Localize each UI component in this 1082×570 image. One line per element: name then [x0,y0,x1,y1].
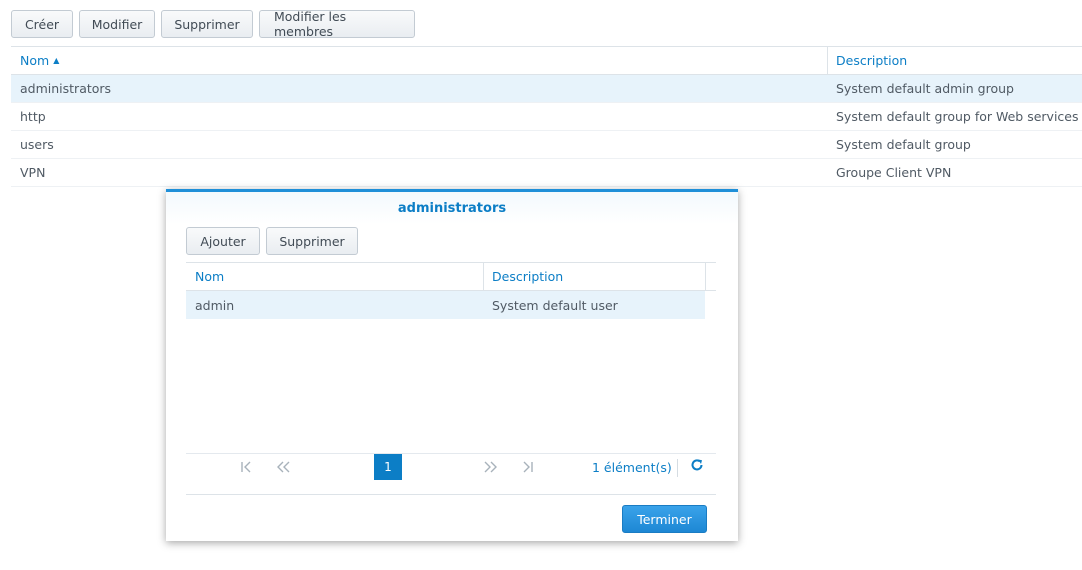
dialog-title: administrators [397,200,507,216]
main-toolbar: Créer Modifier Supprimer Modifier les me… [11,9,415,39]
sort-ascending-icon: ▲ [53,56,60,65]
members-column-header-name[interactable]: Nom [186,263,484,290]
create-button[interactable]: Créer [11,10,73,38]
add-member-button[interactable]: Ajouter [186,227,260,255]
item-count: 1 élément(s) [592,460,672,475]
current-page-indicator[interactable]: 1 [374,454,402,480]
table-row[interactable]: users System default group [11,131,1082,159]
column-header-description[interactable]: Description [828,47,1082,74]
table-row[interactable]: http System default group for Web servic… [11,103,1082,131]
table-row[interactable]: administrators System default admin grou… [11,75,1082,103]
next-page-icon[interactable] [483,460,499,478]
modify-button[interactable]: Modifier [79,10,155,38]
row-name: administrators [20,81,112,96]
members-dialog: administrators Ajouter Supprimer Nom Des… [166,189,738,541]
dialog-footer-divider [186,494,716,495]
members-grid: Nom Description admin System default use… [186,262,716,319]
row-description: Groupe Client VPN [836,165,952,180]
row-description: System default admin group [836,81,1014,96]
grid-header: Nom ▲ Description [11,46,1082,75]
first-page-icon[interactable] [239,460,253,478]
dialog-title-bar[interactable]: administrators [166,192,738,224]
pager-divider [677,459,678,477]
remove-member-button[interactable]: Supprimer [266,227,358,255]
row-description: System default group for Web services [836,109,1079,124]
edit-members-button[interactable]: Modifier les membres [259,9,415,39]
member-name: admin [195,297,235,313]
row-name: users [20,137,54,152]
groups-grid: Nom ▲ Description administrators System … [11,46,1082,187]
last-page-icon[interactable] [521,460,535,478]
row-name: VPN [20,165,46,180]
members-grid-header: Nom Description [186,262,716,291]
column-header-name-label: Nom [20,53,50,68]
column-header-name[interactable]: Nom ▲ [11,47,828,74]
members-column-header-description[interactable]: Description [484,263,706,290]
delete-button[interactable]: Supprimer [161,10,253,38]
member-description: System default user [492,297,618,313]
table-row[interactable]: VPN Groupe Client VPN [11,159,1082,187]
finish-button[interactable]: Terminer [622,505,707,533]
row-description: System default group [836,137,971,152]
dialog-toolbar: Ajouter Supprimer [186,227,358,255]
pagination-bar: 1 1 élément(s) [186,453,716,482]
refresh-icon[interactable] [690,457,704,476]
previous-page-icon[interactable] [275,460,291,478]
row-name: http [20,109,46,124]
member-row[interactable]: admin System default user [186,291,705,319]
